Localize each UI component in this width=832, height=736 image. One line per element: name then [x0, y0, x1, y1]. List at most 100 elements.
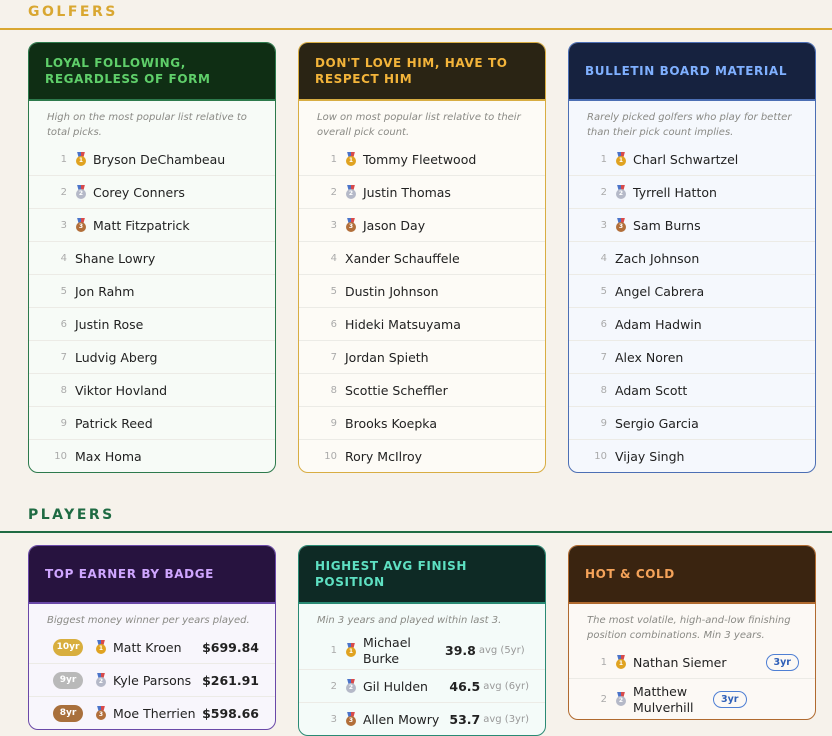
player-name: Nathan Siemer: [633, 654, 727, 670]
leaderboard-row[interactable]: 8 Viktor Hovland: [29, 374, 275, 407]
leaderboard-row[interactable]: 2 2 Matthew Mulverhill 3yr: [569, 679, 815, 719]
leaderboard-card: BULLETIN BOARD MATERIAL Rarely picked gol…: [568, 42, 816, 473]
row-rank: 2: [60, 186, 67, 198]
bronze-medal-icon: 3: [615, 217, 627, 233]
row-rank: 3: [330, 713, 337, 725]
player-name: Justin Thomas: [363, 184, 451, 200]
leaderboard-row[interactable]: 8yr 3 Moe Therrien $598.66: [29, 697, 275, 729]
player-name: Tyrrell Hatton: [633, 184, 717, 200]
row-rank: 2: [600, 693, 607, 705]
row-rank: 6: [330, 318, 337, 330]
player-name: Corey Conners: [93, 184, 185, 200]
medal-disc: 1: [346, 155, 356, 166]
row-rank: 2: [330, 186, 337, 198]
leaderboard-row[interactable]: 9 Brooks Koepka: [299, 407, 545, 440]
leaderboard-row[interactable]: 8 Adam Scott: [569, 374, 815, 407]
gold-medal-icon: 1: [95, 639, 107, 655]
card-description: Rarely picked golfers who play for bette…: [587, 112, 792, 138]
medal-disc: 1: [616, 155, 626, 166]
player-name: Jordan Spieth: [345, 349, 429, 365]
row-rank: 5: [60, 285, 67, 297]
row-rank: 2: [600, 186, 607, 198]
card-description: Min 3 years and played within last 3.: [317, 615, 502, 626]
leaderboard-row[interactable]: 10 Vijay Singh: [569, 440, 815, 472]
medal-disc: 2: [346, 188, 356, 199]
leaderboard-row[interactable]: 1 1 Bryson DeChambeau: [29, 143, 275, 176]
leaderboard-row[interactable]: 3 3 Allen Mowry 53.7 avg (3yr): [299, 703, 545, 735]
leaderboard-row[interactable]: 5 Dustin Johnson: [299, 275, 545, 308]
bronze-medal-icon: 3: [75, 217, 87, 233]
leaderboard-row[interactable]: 4 Shane Lowry: [29, 242, 275, 275]
medal-disc: 2: [616, 695, 626, 706]
years-pill[interactable]: 3yr: [765, 653, 799, 671]
row-rank: 3: [330, 219, 337, 231]
leaderboard-row[interactable]: 1 1 Charl Schwartzel: [569, 143, 815, 176]
leaderboard-row[interactable]: 1 1 Nathan Siemer 3yr: [569, 646, 815, 679]
row-rank: 7: [600, 351, 607, 363]
leaderboard-row[interactable]: 1 1 Michael Burke 39.8 avg (5yr): [299, 631, 545, 670]
leaderboard-row[interactable]: 3 3 Matt Fitzpatrick: [29, 209, 275, 242]
player-name: Sergio Garcia: [615, 415, 699, 431]
player-name: Matt Fitzpatrick: [93, 217, 190, 233]
leaderboard-row[interactable]: 8 Scottie Scheffler: [299, 374, 545, 407]
player-name: Bryson DeChambeau: [93, 151, 226, 167]
leaderboard-row[interactable]: 2 2 Justin Thomas: [299, 176, 545, 209]
section-divider: [0, 28, 832, 30]
leaderboard-row[interactable]: 6 Adam Hadwin: [569, 308, 815, 341]
years-pill[interactable]: 3yr: [713, 690, 747, 708]
silver-medal-icon: 2: [75, 184, 87, 200]
leaderboard-row[interactable]: 4 Xander Schauffele: [299, 242, 545, 275]
player-name: Patrick Reed: [75, 415, 153, 431]
leaderboard-row[interactable]: 3 3 Sam Burns: [569, 209, 815, 242]
leaderboard-row[interactable]: 10 Max Homa: [29, 440, 275, 472]
leaderboard-row[interactable]: 9 Patrick Reed: [29, 407, 275, 440]
player-name: Matt Kroen: [113, 639, 182, 655]
player-name: Shane Lowry: [75, 250, 156, 266]
row-rank: 1: [330, 644, 337, 656]
leaderboard-row[interactable]: 1 1 Tommy Fleetwood: [299, 143, 545, 176]
leaderboard-row[interactable]: 2 2 Gil Hulden 46.5 avg (6yr): [299, 670, 545, 703]
card-title: BULLETIN BOARD MATERIAL: [569, 43, 815, 101]
medal-disc: 1: [616, 658, 626, 669]
player-name: Charl Schwartzel: [633, 151, 739, 167]
row-rank: 10: [594, 450, 607, 462]
player-name: Angel Cabrera: [615, 283, 705, 299]
player-name: Justin Rose: [75, 316, 144, 332]
earnings-value: $598.66: [202, 705, 259, 721]
player-name: Max Homa: [75, 448, 142, 464]
leaderboard-row[interactable]: 3 3 Jason Day: [299, 209, 545, 242]
leaderboard-row[interactable]: 2 2 Tyrrell Hatton: [569, 176, 815, 209]
player-name: Sam Burns: [633, 217, 701, 233]
leaderboard-row[interactable]: 7 Jordan Spieth: [299, 341, 545, 374]
earnings-value: $261.91: [202, 672, 259, 688]
leaderboard-row[interactable]: 4 Zach Johnson: [569, 242, 815, 275]
leaderboard-row[interactable]: 6 Hideki Matsuyama: [299, 308, 545, 341]
medal-disc: 2: [346, 682, 356, 693]
row-rank: 4: [330, 252, 337, 264]
card-title: HOT & COLD: [569, 546, 815, 604]
leaderboard-row[interactable]: 10yr 1 Matt Kroen $699.84: [29, 631, 275, 664]
player-name: Kyle Parsons: [113, 672, 192, 688]
leaderboard-row[interactable]: 2 2 Corey Conners: [29, 176, 275, 209]
leaderboard-row[interactable]: 5 Angel Cabrera: [569, 275, 815, 308]
silver-medal-icon: 2: [615, 691, 627, 707]
row-rank: 8: [330, 384, 337, 396]
bronze-medal-icon: 3: [95, 705, 107, 721]
avg-value: 39.8: [445, 642, 476, 658]
gold-medal-icon: 1: [615, 654, 627, 670]
medal-disc: 2: [96, 676, 106, 687]
years-badge: 10yr: [53, 638, 83, 656]
medal-disc: 3: [616, 221, 626, 232]
row-rank: 6: [60, 318, 67, 330]
leaderboard-row[interactable]: 6 Justin Rose: [29, 308, 275, 341]
avg-value: 46.5: [449, 678, 481, 694]
leaderboard-row[interactable]: 7 Alex Noren: [569, 341, 815, 374]
leaderboard-row[interactable]: 9yr 2 Kyle Parsons $261.91: [29, 664, 275, 697]
section-title-golfers: GOLFERS: [28, 4, 118, 20]
leaderboard-row[interactable]: 9 Sergio Garcia: [569, 407, 815, 440]
medal-disc: 3: [96, 709, 106, 720]
leaderboard-row[interactable]: 10 Rory McIlroy: [299, 440, 545, 472]
leaderboard-row[interactable]: 7 Ludvig Aberg: [29, 341, 275, 374]
row-rank: 10: [54, 450, 67, 462]
leaderboard-row[interactable]: 5 Jon Rahm: [29, 275, 275, 308]
